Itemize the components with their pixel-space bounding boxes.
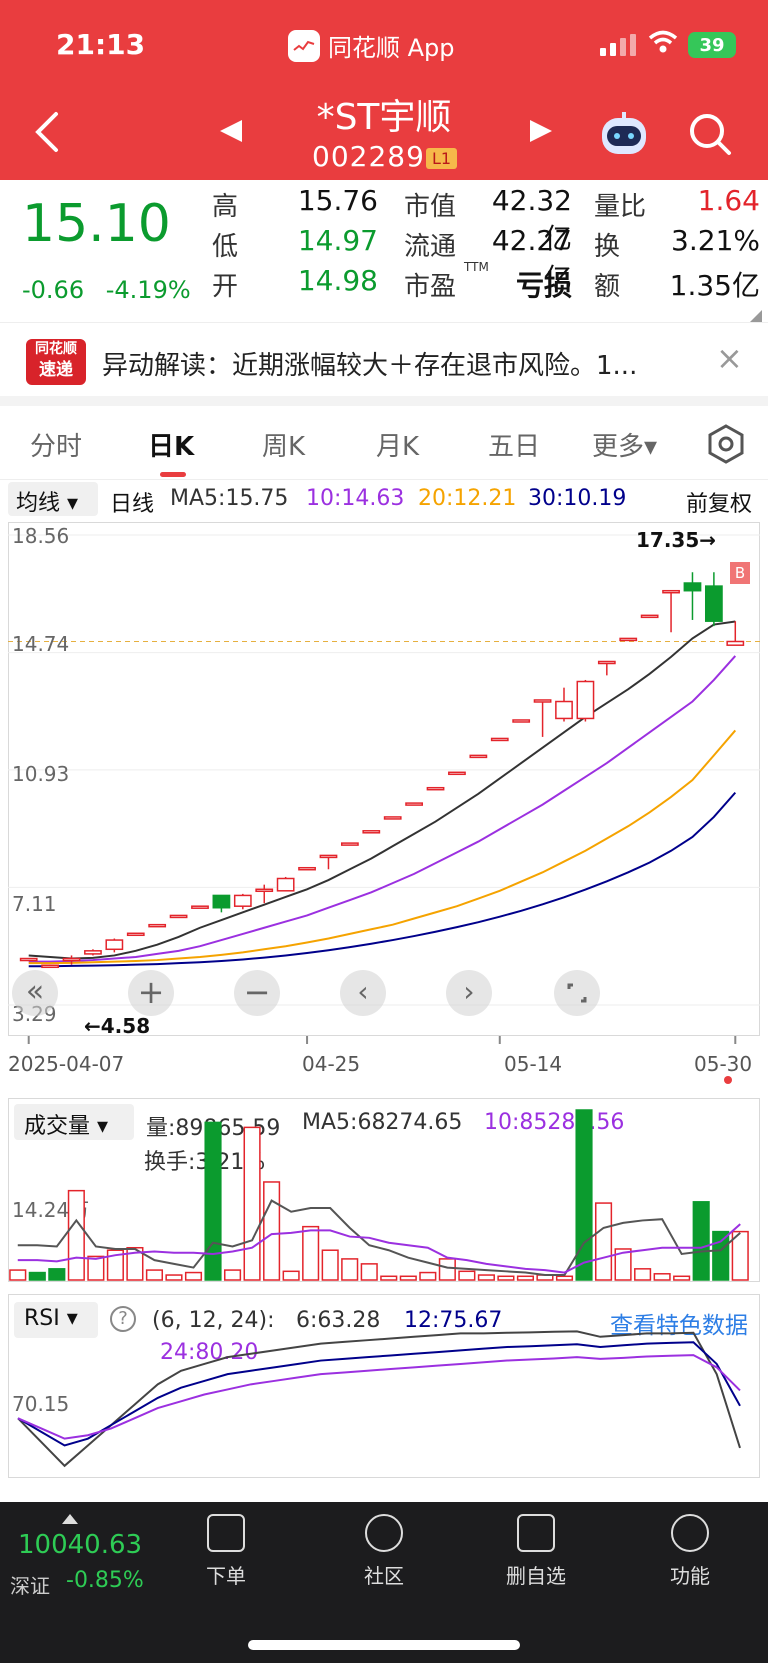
nav-community[interactable]: 社区: [344, 1514, 424, 1589]
nav-remove-watchlist[interactable]: 删自选: [496, 1514, 576, 1589]
nav-functions-label: 功能: [670, 1564, 710, 1588]
nav-remove-watchlist-label: 删自选: [506, 1564, 566, 1588]
index-expand-icon[interactable]: [62, 1514, 78, 1524]
nav-functions[interactable]: 功能: [650, 1514, 730, 1589]
remove-watchlist-icon: [517, 1514, 555, 1552]
index-value[interactable]: 10040.63: [18, 1530, 142, 1560]
menu-icon: [671, 1514, 709, 1552]
community-icon: [365, 1514, 403, 1552]
index-name: 深证: [10, 1574, 50, 1598]
nav-community-label: 社区: [364, 1564, 404, 1588]
rsi-line-24: [17, 1354, 741, 1440]
bottom-nav: 10040.63 深证 -0.85% 下单 社区 删自选 功能: [0, 1502, 768, 1663]
rsi-line-6: [17, 1330, 741, 1468]
index-change: -0.85%: [66, 1568, 144, 1593]
order-icon: [207, 1514, 245, 1552]
nav-order-label: 下单: [206, 1564, 246, 1588]
rsi-chart: [17, 1330, 741, 1468]
nav-order[interactable]: 下单: [186, 1514, 266, 1589]
home-indicator: [248, 1640, 520, 1650]
